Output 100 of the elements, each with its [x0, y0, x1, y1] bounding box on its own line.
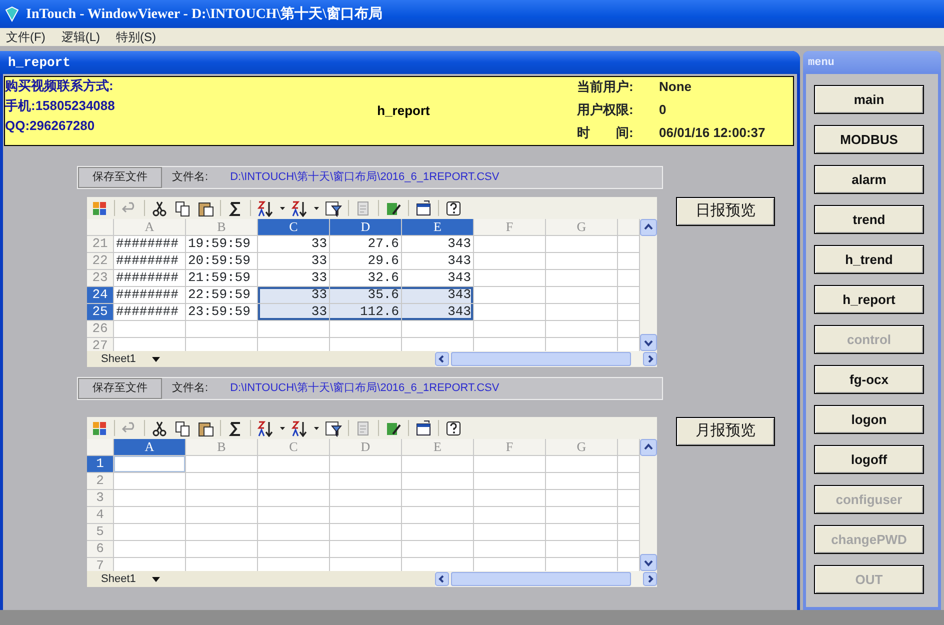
row-header[interactable]: 7	[87, 558, 114, 571]
sort-ascending-icon[interactable]	[257, 200, 274, 216]
row-header[interactable]: 23	[87, 270, 114, 287]
table-cell: ########	[114, 287, 186, 304]
caret-icon[interactable]	[152, 576, 160, 582]
row-header[interactable]: 21	[87, 236, 114, 253]
sort-ascending-icon[interactable]	[257, 420, 274, 436]
column-header[interactable]: C	[258, 439, 330, 456]
sheet-tab[interactable]: Sheet1	[87, 351, 177, 367]
column-header[interactable]: B	[186, 439, 258, 456]
table-cell: 20:59:59	[186, 253, 258, 270]
table-cell	[402, 321, 474, 338]
menu-button[interactable]: fg-ocx	[814, 365, 924, 394]
column-header[interactable]: A	[114, 219, 186, 236]
scroll-up-icon[interactable]	[640, 439, 657, 456]
menu-button[interactable]: logon	[814, 405, 924, 434]
row-header[interactable]: 3	[87, 490, 114, 507]
copy-icon[interactable]	[174, 420, 191, 436]
row-header[interactable]: 1	[87, 456, 114, 473]
menu-button[interactable]: main	[814, 85, 924, 114]
status-value: None	[659, 78, 692, 96]
sheet-tab[interactable]: Sheet1	[87, 571, 177, 587]
menu-button[interactable]: MODBUS	[814, 125, 924, 154]
row-header[interactable]: 27	[87, 338, 114, 351]
column-header[interactable]: E	[402, 439, 474, 456]
table-cell	[186, 321, 258, 338]
paste-icon[interactable]	[197, 200, 214, 216]
table-cell: 33	[258, 253, 330, 270]
app-icon	[4, 6, 20, 22]
row-header[interactable]: 2	[87, 473, 114, 490]
caret-icon[interactable]	[152, 356, 160, 362]
column-header[interactable]: G	[546, 439, 618, 456]
office-icon[interactable]	[91, 420, 108, 436]
table-cell	[402, 490, 474, 507]
table-cell: 33	[258, 287, 330, 304]
status-value: 0	[659, 101, 668, 119]
cut-icon[interactable]	[151, 200, 168, 216]
corner-cell[interactable]	[87, 439, 114, 456]
filter-icon[interactable]	[325, 200, 342, 216]
row-header[interactable]: 5	[87, 524, 114, 541]
save-button[interactable]: 保存至文件	[78, 378, 162, 399]
menu-button[interactable]: h_trend	[814, 245, 924, 274]
menu-item[interactable]: 文件(F)	[6, 28, 46, 46]
scroll-right-icon[interactable]	[643, 572, 657, 586]
menu-item[interactable]: 特别(S)	[116, 28, 156, 46]
office-icon[interactable]	[91, 200, 108, 216]
column-header[interactable]: F	[474, 439, 546, 456]
scroll-left-icon[interactable]	[435, 572, 449, 586]
column-header[interactable]: D	[330, 219, 402, 236]
row-header[interactable]: 22	[87, 253, 114, 270]
column-header[interactable]: B	[186, 219, 258, 236]
row-header[interactable]: 24	[87, 287, 114, 304]
column-header[interactable]: D	[330, 439, 402, 456]
vertical-scrollbar[interactable]	[640, 219, 657, 351]
preview-button[interactable]: 月报预览	[676, 417, 775, 446]
caret-icon[interactable]	[280, 426, 285, 430]
table-cell	[114, 507, 186, 524]
sort-descending-icon[interactable]	[291, 200, 308, 216]
column-header[interactable]: A	[114, 439, 186, 456]
table-cell	[546, 270, 618, 287]
caret-icon[interactable]	[280, 206, 285, 210]
row-header[interactable]: 26	[87, 321, 114, 338]
preview-button[interactable]: 日报预览	[676, 197, 775, 226]
help-icon[interactable]	[445, 200, 462, 216]
save-button[interactable]: 保存至文件	[78, 167, 162, 188]
window-icon[interactable]	[415, 200, 432, 216]
menu-button[interactable]: logoff	[814, 445, 924, 474]
scroll-left-icon[interactable]	[435, 352, 449, 366]
scroll-right-icon[interactable]	[643, 352, 657, 366]
cut-icon[interactable]	[151, 420, 168, 436]
vertical-scrollbar[interactable]	[640, 439, 657, 571]
scroll-down-icon[interactable]	[640, 554, 657, 571]
sort-descending-icon[interactable]	[291, 420, 308, 436]
column-header[interactable]: C	[258, 219, 330, 236]
column-header[interactable]: F	[474, 219, 546, 236]
filter-icon[interactable]	[325, 420, 342, 436]
row-header[interactable]: 4	[87, 507, 114, 524]
horizontal-scrollbar[interactable]	[435, 351, 657, 367]
paste-icon[interactable]	[197, 420, 214, 436]
scroll-up-icon[interactable]	[640, 219, 657, 236]
window-icon[interactable]	[415, 420, 432, 436]
window-title: h_report	[0, 51, 800, 74]
caret-icon[interactable]	[314, 206, 319, 210]
table-cell: ########	[114, 304, 186, 321]
horizontal-scrollbar[interactable]	[435, 571, 657, 587]
help-icon[interactable]	[445, 420, 462, 436]
menu-button[interactable]: alarm	[814, 165, 924, 194]
row-header[interactable]: 6	[87, 541, 114, 558]
table-cell	[546, 287, 618, 304]
menu-item[interactable]: 逻辑(L)	[61, 28, 100, 46]
menu-button[interactable]: h_report	[814, 285, 924, 314]
caret-icon[interactable]	[314, 426, 319, 430]
scroll-down-icon[interactable]	[640, 334, 657, 351]
corner-cell[interactable]	[87, 219, 114, 236]
column-header[interactable]: E	[402, 219, 474, 236]
column-header[interactable]: G	[546, 219, 618, 236]
row-header[interactable]: 25	[87, 304, 114, 321]
copy-icon[interactable]	[174, 200, 191, 216]
menu-button[interactable]: trend	[814, 205, 924, 234]
status-label: 用户权限:	[577, 101, 634, 119]
